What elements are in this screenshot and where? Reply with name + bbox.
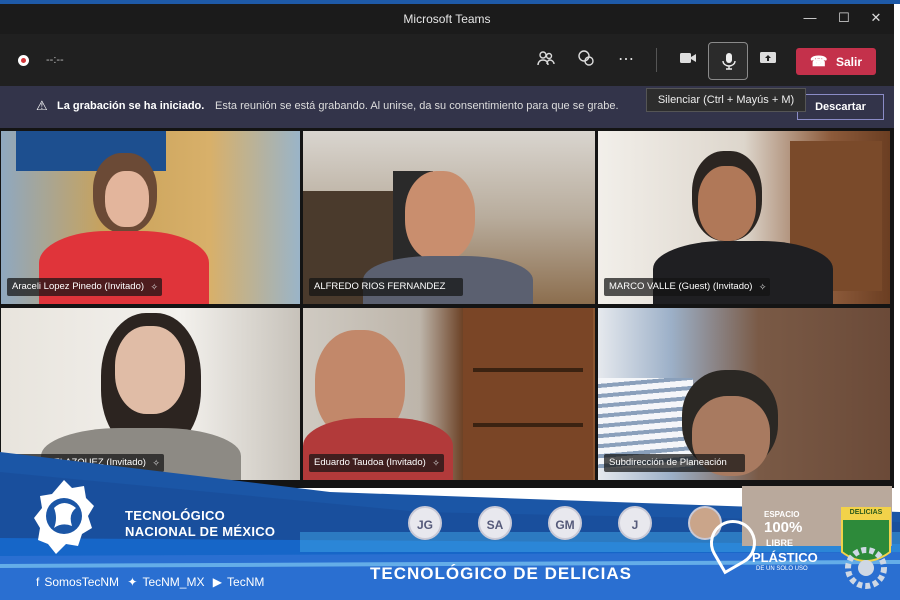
window-title: Microsoft Teams [403,12,491,26]
participant-avatar[interactable]: SA [478,506,512,540]
banner-title: La grabación se ha iniciado. [57,100,205,112]
warning-icon: ⚠ [36,98,48,113]
participant-name: MARCO VALLE (Guest) (Invitado) ✧ [604,278,771,296]
mute-tooltip: Silenciar (Ctrl + Mayús + M) [646,88,806,112]
video-tile[interactable]: MARCO VALLE (Guest) (Invitado) ✧ [598,131,890,304]
participants-icon[interactable] [534,48,558,72]
microphone-icon [722,53,736,70]
participant-avatar[interactable]: JG [408,506,442,540]
pin-icon[interactable]: ✧ [759,278,767,296]
badge-line5: DE UN SOLO USO [756,566,808,572]
badge-line1: ESPACIO [764,510,800,519]
recording-icon [18,55,29,66]
close-icon[interactable]: ✕ [866,10,886,26]
hang-up-icon: ☎ [810,53,828,69]
participant-avatar[interactable]: GM [548,506,582,540]
mute-button[interactable] [708,42,748,80]
tecnm-logo [34,480,94,554]
crest-label: DELICIAS [849,509,883,516]
youtube-handle[interactable]: TecNM [227,575,264,589]
reactions-icon[interactable] [574,48,598,72]
social-links: f SomosTecNM ✦ TecNM_MX ▶ TecNM [36,575,269,589]
camera-icon[interactable] [676,48,700,72]
campus-name: TECNOLÓGICO DE DELICIAS [370,564,632,583]
leave-label: Salir [836,55,863,69]
org-name-line2: NACIONAL DE MÉXICO [125,524,276,539]
video-tile[interactable]: ALFREDO RIOS FERNANDEZ [303,131,595,304]
share-screen-icon[interactable] [756,48,780,72]
leave-button[interactable]: ☎ Salir [796,48,876,75]
maximize-icon[interactable]: ☐ [834,10,854,26]
avatar-row: JG SA GM J [300,488,740,558]
participant-avatar[interactable]: J [618,506,652,540]
youtube-icon: ▶ [212,575,223,589]
org-name-line1: TECNOLÓGICO [125,508,226,523]
banner-message: Esta reunión se está grabando. Al unirse… [215,100,619,112]
toolbar-divider [656,48,657,72]
campus-crest: DELICIAS [836,500,896,594]
plastic-free-badge: ESPACIO 100% LIBRE PLÁSTICO DE UN SOLO U… [701,508,818,588]
pin-icon[interactable]: ✧ [150,278,158,296]
participant-name: ALFREDO RIOS FERNANDEZ [309,278,464,296]
facebook-handle[interactable]: SomosTecNM [44,575,119,589]
participant-name: Araceli Lopez Pinedo (Invitado) ✧ [7,278,163,296]
facebook-icon: f [36,575,40,589]
dismiss-button[interactable]: Descartar [797,94,884,120]
meeting-toolbar: --:-- ⋯ ☎ Salir [0,34,894,86]
video-tile[interactable]: Araceli Lopez Pinedo (Invitado) ✧ [1,131,300,304]
badge-line3: LIBRE [766,538,793,548]
more-options-icon[interactable]: ⋯ [614,48,638,72]
title-bar: Microsoft Teams — ☐ ✕ [0,4,894,34]
minimize-icon[interactable]: — [800,10,820,25]
meeting-timer: --:-- [46,54,64,66]
twitter-icon: ✦ [127,575,138,589]
badge-line4: PLÁSTICO [752,550,818,565]
badge-line2: 100% [764,519,803,536]
twitter-handle[interactable]: TecNM_MX [142,575,204,589]
